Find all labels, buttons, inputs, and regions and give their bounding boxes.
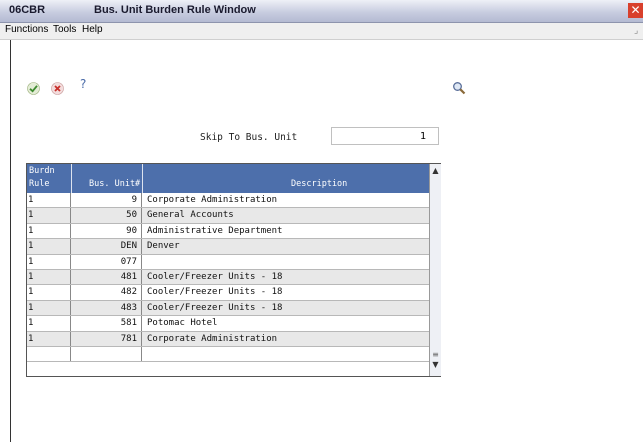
description-cell: Cooler/Freezer Units - 18	[147, 287, 283, 298]
scroll-up-icon[interactable]: ▲	[430, 166, 441, 180]
bus-unit-cell: 9	[71, 193, 142, 208]
burden-rule-cell[interactable]: 1	[27, 269, 71, 285]
menu-help[interactable]: Help	[82, 24, 103, 35]
header-divider	[142, 164, 143, 193]
bus-unit-cell: 077	[71, 254, 142, 269]
bus-unit-cell: 482	[71, 285, 142, 300]
menu-resize-icon: ⌟	[634, 26, 639, 36]
close-button[interactable]: ✕	[628, 3, 643, 18]
table-row[interactable]: 1 781 Corporate Administration	[27, 331, 429, 347]
table-row[interactable]: 1 50 General Accounts	[27, 208, 429, 224]
description-cell: General Accounts	[147, 210, 234, 221]
scroll-grip-icon[interactable]: ≡	[430, 350, 441, 360]
bus-unit-cell: 581	[71, 316, 142, 331]
help-icon[interactable]: ?	[80, 77, 86, 91]
bus-unit-cell	[71, 346, 142, 362]
burden-rule-cell[interactable]: 1	[27, 300, 71, 316]
form-id: 06CBR	[9, 4, 46, 16]
burden-rule-grid: Burdn Rule Bus. Unit# Description 1 9 Co…	[26, 163, 441, 377]
table-row[interactable]: 1 581 Potomac Hotel	[27, 316, 429, 332]
search-icon[interactable]	[452, 80, 466, 95]
burden-rule-cell[interactable]: 1	[27, 193, 71, 208]
header-divider	[71, 164, 72, 193]
table-row[interactable]: 1 DEN Denver	[27, 239, 429, 255]
description-cell: Corporate Administration	[147, 333, 278, 344]
description-cell	[143, 347, 429, 361]
description-cell: Cooler/Freezer Units - 18	[147, 302, 283, 313]
grid-rows: 1 9 Corporate Administration 1 50 Genera…	[27, 193, 429, 363]
scroll-down-icon[interactable]: ▼	[430, 360, 441, 374]
description-cell: Denver	[147, 241, 180, 252]
bus-unit-cell: 50	[71, 208, 142, 223]
table-row[interactable]: 1 483 Cooler/Freezer Units - 18	[27, 300, 429, 317]
burden-rule-cell[interactable]: 1	[27, 254, 71, 269]
description-cell: Corporate Administration	[147, 195, 278, 205]
bus-unit-cell: 483	[71, 300, 142, 316]
table-row[interactable]	[27, 346, 429, 363]
menu-bar: Functions Tools Help ⌟	[0, 23, 643, 40]
burden-rule-cell[interactable]: 1	[27, 316, 71, 331]
bus-unit-cell: DEN	[71, 239, 142, 254]
description-cell: Potomac Hotel	[147, 318, 218, 329]
table-row[interactable]: 1 482 Cooler/Freezer Units - 18	[27, 285, 429, 301]
cancel-icon[interactable]	[51, 80, 64, 95]
bus-unit-cell: 781	[71, 331, 142, 346]
table-row[interactable]: 1 481 Cooler/Freezer Units - 18	[27, 269, 429, 286]
description-cell: Cooler/Freezer Units - 18	[147, 271, 283, 282]
burden-rule-cell[interactable]: 1	[27, 223, 71, 239]
table-row[interactable]: 1 90 Administrative Department	[27, 223, 429, 240]
description-cell	[143, 255, 429, 269]
skip-to-bus-unit-input[interactable]: 1	[331, 127, 439, 145]
check-icon[interactable]	[27, 80, 40, 95]
burden-rule-cell[interactable]: 1	[27, 285, 71, 300]
burden-rule-window: 06CBR Bus. Unit Burden Rule Window ✕ Fun…	[0, 0, 643, 442]
burden-rule-cell[interactable]: 1	[27, 239, 71, 254]
column-header-burden-rule-line2[interactable]: Rule	[29, 179, 49, 189]
description-cell: Administrative Department	[147, 225, 283, 236]
burden-rule-cell[interactable]	[27, 346, 71, 362]
grid-header: Burdn Rule Bus. Unit# Description	[27, 164, 429, 193]
skip-to-label: Skip To Bus. Unit	[200, 132, 298, 143]
bus-unit-cell: 481	[71, 269, 142, 285]
burden-rule-cell[interactable]: 1	[27, 331, 71, 346]
grid-vertical-scrollbar[interactable]: ▲ ≡ ▼	[429, 164, 441, 376]
menu-tools[interactable]: Tools	[53, 24, 76, 35]
column-header-bus-unit[interactable]: Bus. Unit#	[89, 179, 140, 189]
title-bar: 06CBR Bus. Unit Burden Rule Window ✕	[0, 0, 643, 23]
table-row[interactable]: 1 9 Corporate Administration	[27, 193, 429, 209]
burden-rule-cell[interactable]: 1	[27, 208, 71, 223]
bus-unit-cell: 90	[71, 223, 142, 239]
window-title: Bus. Unit Burden Rule Window	[94, 4, 256, 16]
menu-functions[interactable]: Functions	[5, 24, 48, 35]
left-border	[10, 40, 11, 442]
column-header-description[interactable]: Description	[291, 179, 347, 189]
table-row[interactable]: 1 077	[27, 254, 429, 270]
column-header-burden-rule-line1[interactable]: Burdn	[29, 166, 55, 176]
